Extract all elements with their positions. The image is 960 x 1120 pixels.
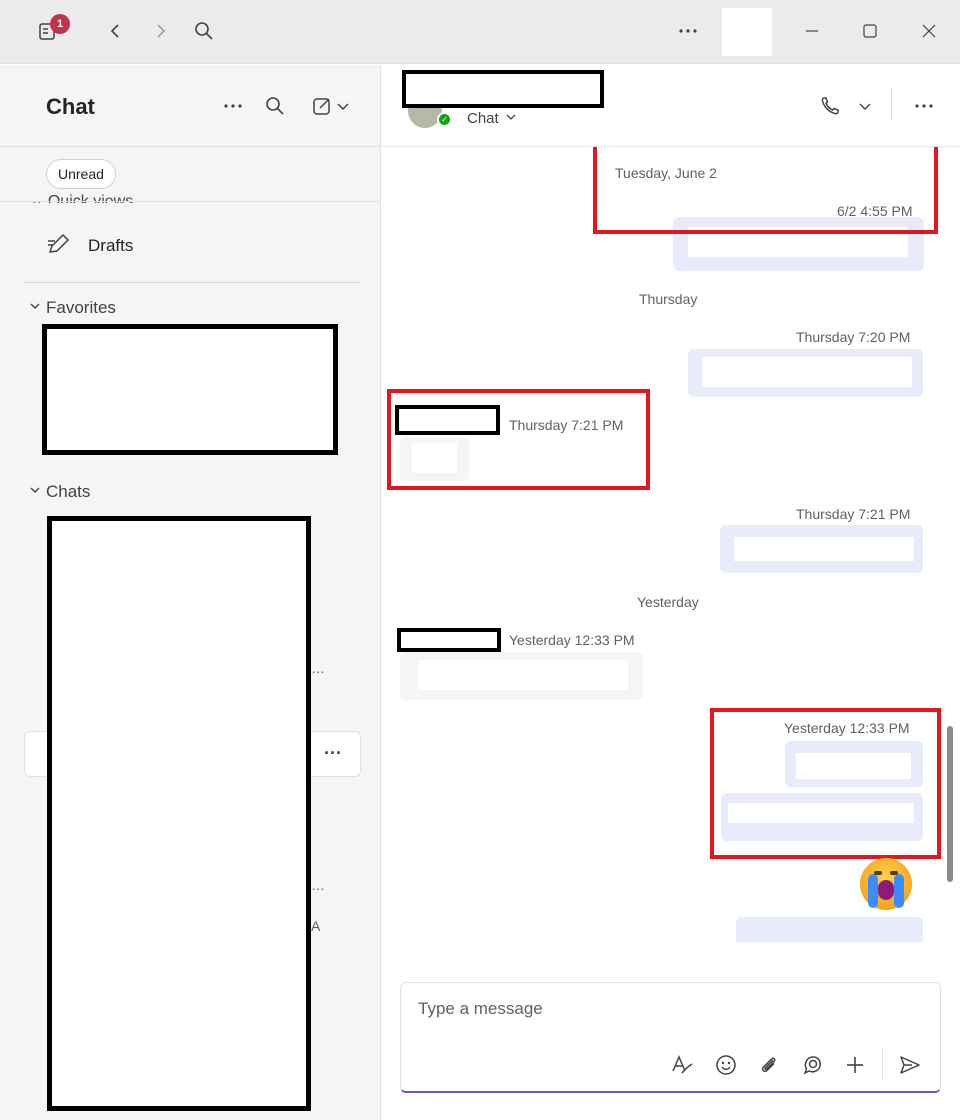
- chat-tab-label: Chat: [467, 110, 499, 127]
- sidebar-title: Chat: [46, 94, 95, 119]
- close-icon[interactable]: [912, 14, 946, 48]
- title-bar: 1: [0, 0, 960, 64]
- drafts-label: Drafts: [88, 236, 134, 255]
- search-icon[interactable]: [187, 14, 221, 48]
- call-icon[interactable]: [815, 91, 845, 121]
- chats-header[interactable]: Chats: [28, 480, 90, 504]
- truncated-text: …: [311, 660, 325, 676]
- maximize-icon[interactable]: [853, 14, 887, 48]
- more-icon[interactable]: [909, 91, 939, 121]
- more-icon[interactable]: ···: [318, 741, 348, 765]
- chat-sidebar: Chat ⌄ Quick views Unread Drafts Favorit…: [0, 65, 381, 1120]
- highlight-frame: [387, 389, 650, 490]
- redacted-favorites: [42, 324, 338, 455]
- back-icon[interactable]: [99, 14, 133, 48]
- message-list[interactable]: Tuesday, June 2 6/2 4:55 PM Thursday Thu…: [382, 147, 948, 942]
- attach-icon[interactable]: [754, 1050, 784, 1080]
- redacted-message: [702, 357, 912, 387]
- more-icon[interactable]: [216, 89, 250, 123]
- highlight-frame: [710, 708, 941, 859]
- divider: [24, 282, 360, 283]
- message-timestamp: Thursday 7:21 PM: [796, 506, 911, 522]
- minimize-icon[interactable]: [795, 14, 829, 48]
- redacted-chat-list: [47, 516, 311, 1111]
- divider: [0, 201, 380, 202]
- more-icon[interactable]: [671, 14, 705, 48]
- redacted-chat-title: [402, 70, 604, 108]
- date-separator: Yesterday: [637, 594, 699, 610]
- message-timestamp: Yesterday 12:33 PM: [509, 632, 635, 648]
- presence-available-icon: ✓: [437, 112, 452, 127]
- send-icon[interactable]: [895, 1050, 925, 1080]
- search-icon[interactable]: [258, 89, 292, 123]
- redacted-message: [734, 537, 914, 561]
- redacted-sender-name: [397, 628, 501, 652]
- notification-badge: 1: [50, 14, 70, 34]
- profile-area[interactable]: [722, 8, 772, 56]
- chevron-down-icon: [505, 110, 517, 127]
- drafts-icon: [46, 232, 72, 261]
- plus-icon[interactable]: [840, 1050, 870, 1080]
- message-input-placeholder[interactable]: Type a message: [418, 999, 543, 1019]
- message-timestamp: Thursday 7:20 PM: [796, 329, 911, 345]
- chevron-down-icon: [28, 298, 42, 318]
- divider: [0, 146, 380, 147]
- new-chat-icon[interactable]: [302, 89, 358, 123]
- date-separator: Thursday: [639, 291, 698, 307]
- tab-chat[interactable]: Chat: [467, 110, 517, 127]
- crying-emoji-icon: [860, 858, 912, 910]
- sidebar-item-drafts[interactable]: Drafts: [46, 229, 133, 263]
- truncated-text: A: [311, 918, 321, 934]
- truncated-text: …: [311, 877, 325, 893]
- loop-icon[interactable]: [797, 1050, 827, 1080]
- chats-label: Chats: [46, 482, 91, 501]
- scrollbar-thumb[interactable]: [947, 726, 953, 882]
- message-bubble-mine[interactable]: [736, 917, 923, 942]
- chevron-down-icon: [28, 482, 42, 502]
- favorites-header[interactable]: Favorites: [28, 296, 116, 320]
- favorites-label: Favorites: [46, 298, 116, 317]
- divider: [891, 88, 892, 120]
- chevron-down-icon[interactable]: [850, 91, 880, 121]
- divider: [882, 1049, 883, 1080]
- redacted-message: [418, 660, 628, 690]
- forward-icon[interactable]: [143, 14, 177, 48]
- emoji-icon[interactable]: [711, 1050, 741, 1080]
- format-icon[interactable]: [667, 1050, 697, 1080]
- unread-filter-chip[interactable]: Unread: [46, 159, 116, 189]
- highlight-frame: [593, 147, 938, 234]
